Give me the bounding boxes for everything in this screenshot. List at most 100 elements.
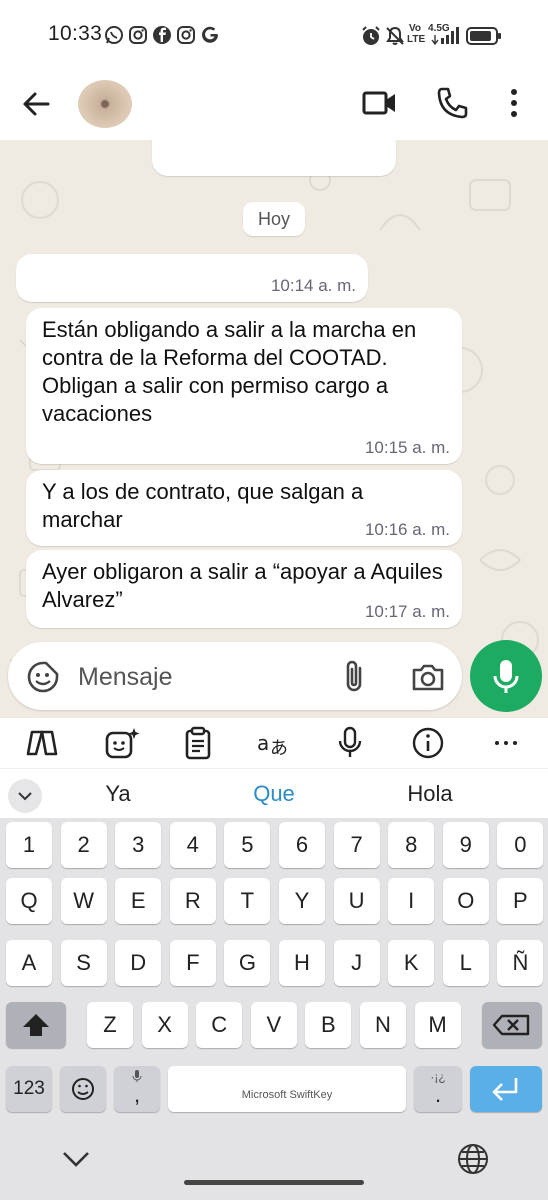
message-time: 10:14 a. m. xyxy=(270,276,356,295)
key-s[interactable]: S xyxy=(60,940,107,986)
video-call-icon[interactable] xyxy=(362,88,398,118)
key-b[interactable]: B xyxy=(305,1002,352,1048)
key-e[interactable]: E xyxy=(115,878,162,924)
backspace-key[interactable] xyxy=(482,1002,542,1048)
key-o[interactable]: O xyxy=(442,878,489,924)
copilot-icon[interactable] xyxy=(24,726,60,760)
enter-key[interactable] xyxy=(470,1066,542,1112)
facebook-icon xyxy=(152,25,172,45)
translate-icon[interactable]: aあ xyxy=(256,726,292,760)
network-vo: Vo xyxy=(409,23,422,34)
key-i[interactable]: I xyxy=(388,878,435,924)
suggestion-3[interactable]: Hola xyxy=(370,781,490,807)
status-time: 10:33 xyxy=(48,22,103,45)
more-horiz-icon[interactable] xyxy=(488,726,524,760)
key-q[interactable]: Q xyxy=(6,878,52,924)
key-z[interactable]: Z xyxy=(87,1002,133,1048)
key-n[interactable]: N xyxy=(360,1002,406,1048)
home-indicator[interactable] xyxy=(184,1180,364,1185)
message-bubble[interactable]: 10:14 a. m. xyxy=(16,254,368,302)
backspace-icon xyxy=(492,1014,530,1036)
key-k[interactable]: K xyxy=(388,940,435,986)
key-8[interactable]: 8 xyxy=(388,822,435,868)
suggestion-bar: Ya Que Hola xyxy=(0,768,548,818)
key-y[interactable]: Y xyxy=(279,878,325,924)
mute-icon xyxy=(384,25,406,47)
key-4[interactable]: 4 xyxy=(169,822,216,868)
collapse-chevron-icon[interactable] xyxy=(8,779,42,813)
space-key[interactable]: Microsoft SwiftKey xyxy=(168,1066,406,1112)
camera-icon[interactable] xyxy=(410,660,446,694)
google-icon xyxy=(200,25,220,45)
key-p[interactable]: P xyxy=(497,878,544,924)
svg-text:a: a xyxy=(257,731,269,755)
key-d[interactable]: D xyxy=(115,940,162,986)
comma-key[interactable]: , xyxy=(114,1066,160,1112)
key-5[interactable]: 5 xyxy=(224,822,271,868)
key-r[interactable]: R xyxy=(169,878,216,924)
message-time: 10:17 a. m. xyxy=(364,602,450,621)
key-v[interactable]: V xyxy=(250,1002,297,1048)
microphone-icon[interactable] xyxy=(332,726,368,760)
numbers-key[interactable]: 123 xyxy=(6,1066,52,1112)
key-1[interactable]: 1 xyxy=(6,822,52,868)
keyboard: 123 , Microsoft SwiftKey ·¡¿ . 123456789… xyxy=(0,818,548,1118)
message-time: 10:15 a. m. xyxy=(364,438,450,457)
key-a[interactable]: A xyxy=(6,940,52,986)
key-9[interactable]: 9 xyxy=(442,822,489,868)
more-vert-icon[interactable] xyxy=(504,86,524,120)
key-h[interactable]: H xyxy=(279,940,325,986)
sticker-ai-icon[interactable] xyxy=(104,726,140,760)
message-time: 10:16 a. m. xyxy=(364,520,450,539)
voice-record-button[interactable] xyxy=(470,640,542,712)
key-6[interactable]: 6 xyxy=(279,822,325,868)
message-bubble[interactable]: Están obligando a salir a la marcha en c… xyxy=(26,308,462,464)
attach-icon[interactable] xyxy=(340,658,368,696)
message-composer xyxy=(0,638,548,718)
keyboard-toolbar: aあ xyxy=(0,718,548,768)
key-j[interactable]: J xyxy=(333,940,380,986)
enter-icon xyxy=(492,1078,518,1101)
message-bubble[interactable]: Ayer obligaron a salir a “apoyar a Aquil… xyxy=(26,550,462,628)
key-x[interactable]: X xyxy=(141,1002,188,1048)
key-u[interactable]: U xyxy=(333,878,380,924)
shift-key[interactable] xyxy=(6,1002,66,1048)
shift-icon xyxy=(23,1014,49,1036)
message-input[interactable] xyxy=(78,662,328,692)
message-bubble[interactable] xyxy=(152,140,396,176)
date-chip: Hoy xyxy=(243,202,305,236)
key-0[interactable]: 0 xyxy=(497,822,544,868)
sticker-icon[interactable] xyxy=(26,660,60,694)
message-bubble[interactable]: Y a los de contrato, que salgan a marcha… xyxy=(26,470,462,546)
key-c[interactable]: C xyxy=(196,1002,243,1048)
emoji-icon xyxy=(72,1078,94,1100)
key-w[interactable]: W xyxy=(60,878,107,924)
key-ñ[interactable]: Ñ xyxy=(497,940,544,986)
suggestion-1[interactable]: Ya xyxy=(58,781,178,807)
key-f[interactable]: F xyxy=(169,940,216,986)
key-t[interactable]: T xyxy=(224,878,271,924)
key-g[interactable]: G xyxy=(224,940,271,986)
avatar[interactable] xyxy=(78,80,132,128)
key-7[interactable]: 7 xyxy=(333,822,380,868)
clipboard-icon[interactable] xyxy=(180,726,216,760)
period-key[interactable]: ·¡¿ . xyxy=(414,1066,462,1112)
key-l[interactable]: L xyxy=(442,940,489,986)
message-input-box[interactable] xyxy=(8,642,462,710)
phone-icon[interactable] xyxy=(436,86,468,120)
key-3[interactable]: 3 xyxy=(115,822,162,868)
signal-icon xyxy=(430,27,460,46)
back-arrow-icon[interactable] xyxy=(18,86,54,122)
mic-icon xyxy=(493,660,519,693)
emoji-key[interactable] xyxy=(60,1066,106,1112)
suggestion-2[interactable]: Que xyxy=(214,781,334,807)
svg-text:あ: あ xyxy=(270,738,288,759)
chat-area[interactable]: Hoy 10:14 a. m. Están obligando a salir … xyxy=(0,140,548,718)
message-text: Están obligando a salir a la marcha en c… xyxy=(42,317,417,426)
status-bar: 10:33 Vo LTE 4.5G xyxy=(0,0,548,70)
key-2[interactable]: 2 xyxy=(60,822,107,868)
hide-keyboard-chevron-icon[interactable] xyxy=(58,1144,94,1174)
language-globe-icon[interactable] xyxy=(456,1142,490,1176)
key-m[interactable]: M xyxy=(414,1002,461,1048)
info-icon[interactable] xyxy=(410,726,446,760)
